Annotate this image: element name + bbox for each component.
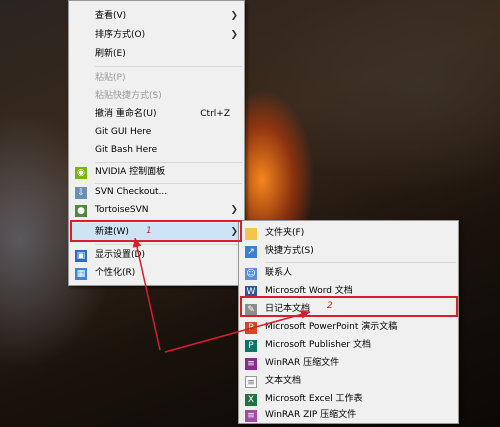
annotation-number-1: 1 (146, 226, 152, 236)
annotation-number-2: 2 (327, 301, 333, 311)
arrow-to-new (132, 237, 161, 351)
annotation-arrows (132, 237, 311, 353)
arrow-to-journal (164, 310, 311, 353)
